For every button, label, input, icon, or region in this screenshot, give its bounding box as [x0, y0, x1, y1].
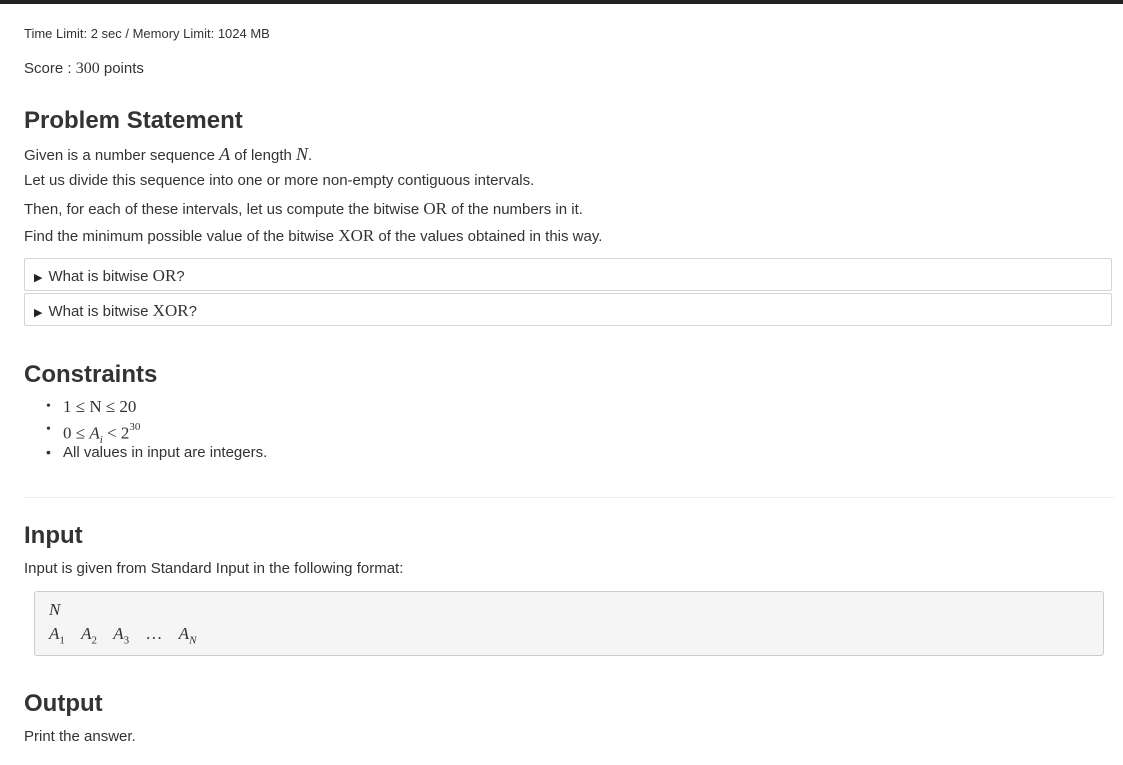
- score-prefix: Score :: [24, 60, 76, 77]
- input-format-block: N A1 A2 A3 … AN: [34, 591, 1104, 656]
- format-term: A2: [81, 624, 97, 646]
- bullet-icon: •: [46, 399, 51, 414]
- format-var: …: [145, 624, 163, 643]
- details-label-term: OR: [152, 266, 177, 285]
- xor-term: XOR: [338, 226, 375, 245]
- constraint-item: • 1 ≤ N ≤ 20: [24, 395, 267, 418]
- format-sub: 1: [59, 634, 65, 647]
- statement-text: Given is a number sequence: [24, 147, 220, 164]
- statement-text: of the numbers in it.: [447, 201, 583, 218]
- input-text: Input is given from Standard Input in th…: [24, 560, 404, 577]
- format-ellipsis: …: [145, 624, 162, 646]
- details-bitwise-or[interactable]: ▶ What is bitwise OR?: [24, 258, 1112, 291]
- statement-text: .: [308, 147, 313, 164]
- format-term: AN: [179, 624, 197, 646]
- statement-text: of length: [230, 147, 297, 164]
- constraints-list: • 1 ≤ N ≤ 20 • 0 ≤ Ai < 230 • All values in…: [24, 395, 267, 464]
- section-divider: [24, 497, 1114, 498]
- score-value: 300: [75, 60, 100, 77]
- constraint-prefix: 0 ≤: [63, 423, 90, 443]
- input-heading: Input: [24, 522, 83, 549]
- format-var: A: [49, 624, 60, 643]
- constraint-item: • All values in input are integers.: [24, 441, 267, 464]
- format-var: A: [113, 624, 124, 643]
- format-line-a: A1 A2 A3 … AN: [49, 624, 208, 646]
- bullet-icon: •: [46, 422, 51, 437]
- format-sub: N: [189, 634, 197, 647]
- constraint-text: All values in input are integers.: [63, 444, 268, 461]
- details-label-suffix: ?: [176, 268, 185, 285]
- constraint-text: 1 ≤ N ≤ 20: [63, 397, 137, 416]
- constraint-exponent: 30: [129, 421, 141, 433]
- statement-line-2: Let us divide this sequence into one or …: [24, 172, 535, 189]
- statement-text: Then, for each of these intervals, let u…: [24, 201, 424, 218]
- format-sub: 2: [91, 634, 98, 647]
- constraint-relation: < 2: [102, 423, 130, 443]
- format-sub: 3: [123, 634, 130, 647]
- or-term: OR: [423, 199, 447, 218]
- constraint-var: A: [89, 423, 100, 443]
- disclosure-triangle-icon: ▶: [34, 307, 43, 319]
- statement-text: of the values obtained in this way.: [374, 228, 603, 245]
- format-term: A3: [113, 624, 129, 646]
- statement-line-1: Given is a number sequence A of length N…: [24, 144, 312, 165]
- format-var: A: [178, 624, 190, 643]
- format-term: A1: [49, 624, 65, 646]
- var-a: A: [219, 144, 231, 164]
- format-var: A: [81, 624, 92, 643]
- statement-text: Find the minimum possible value of the b…: [24, 228, 339, 245]
- score-line: Score : 300 points: [24, 60, 144, 78]
- details-label-suffix: ?: [188, 303, 197, 320]
- constraints-heading: Constraints: [24, 361, 158, 388]
- statement-line-4: Find the minimum possible value of the b…: [24, 226, 602, 246]
- top-bar: [0, 0, 1123, 4]
- var-n: N: [296, 144, 309, 164]
- problem-statement-heading: Problem Statement: [24, 107, 243, 134]
- constraint-item: • 0 ≤ Ai < 230: [24, 418, 267, 446]
- limits-text: Time Limit: 2 sec / Memory Limit: 1024 M…: [24, 26, 270, 41]
- details-label-prefix: What is bitwise: [48, 268, 153, 285]
- details-bitwise-xor[interactable]: ▶ What is bitwise XOR?: [24, 293, 1112, 326]
- details-label-prefix: What is bitwise: [48, 303, 153, 320]
- details-label-term: XOR: [152, 301, 189, 320]
- statement-line-3: Then, for each of these intervals, let u…: [24, 199, 583, 219]
- output-heading: Output: [24, 690, 103, 717]
- score-suffix: points: [99, 60, 144, 77]
- disclosure-triangle-icon: ▶: [34, 272, 43, 284]
- format-line-n: N: [49, 600, 61, 619]
- output-text: Print the answer.: [24, 728, 136, 745]
- bullet-icon: •: [46, 444, 51, 460]
